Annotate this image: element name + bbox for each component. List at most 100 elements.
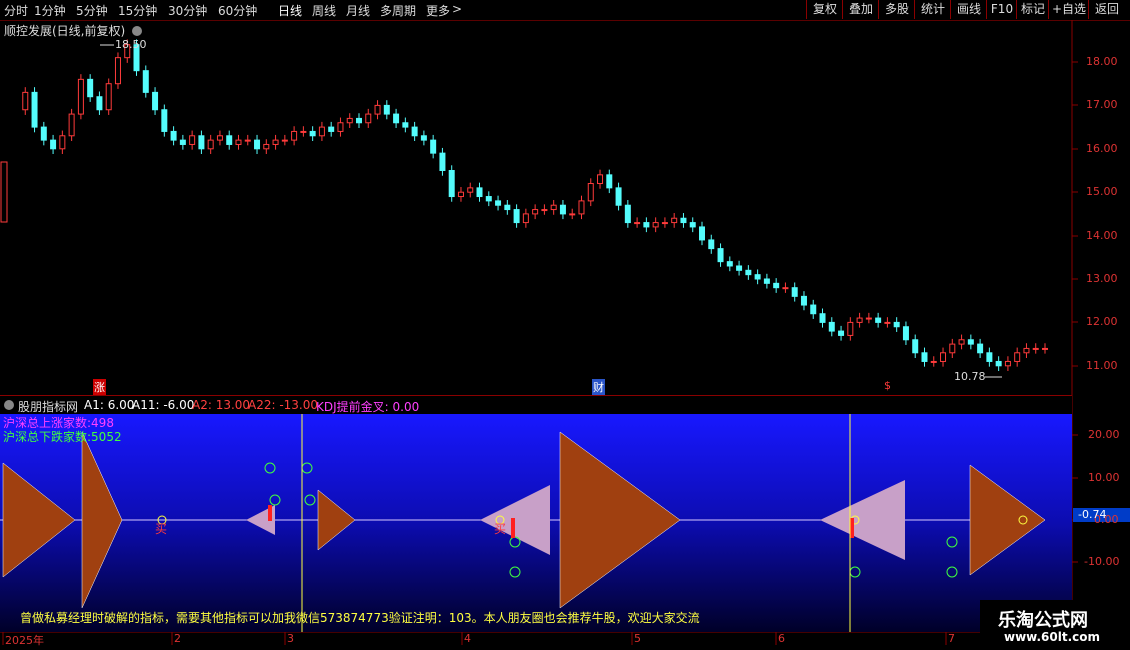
candle-body [550, 204, 557, 211]
price-tick: 14.00 [1086, 229, 1118, 242]
candle-body [244, 139, 251, 142]
candle-body [198, 135, 205, 150]
candle-body [207, 139, 214, 150]
candle-body [161, 109, 168, 132]
price-tick: 17.00 [1086, 98, 1118, 111]
candle-body [819, 313, 826, 323]
date-label: 2025年 [5, 634, 44, 647]
candle-body [624, 204, 631, 224]
candle-body [68, 113, 75, 137]
candle-body [699, 226, 705, 241]
candle-body [986, 352, 993, 362]
price-tick: 16.00 [1086, 142, 1118, 155]
event-dividend-icon[interactable]: $ [884, 379, 891, 392]
candle-body [1004, 360, 1011, 367]
candle-body [856, 317, 863, 323]
watermark-logo: 乐淘公式网 www.60lt.com [980, 600, 1130, 650]
candle-body [875, 317, 882, 323]
candle-body [754, 274, 761, 280]
event-limit-up-icon[interactable]: 涨 [93, 379, 106, 395]
price-tick: 18.00 [1086, 55, 1118, 68]
candle-body [838, 330, 845, 336]
candle-body [865, 317, 872, 320]
candle-body [661, 222, 668, 225]
candle-body [773, 282, 780, 289]
date-label: 3 [287, 632, 294, 645]
high-price-label: 18.50 [115, 38, 147, 51]
candle-body [578, 200, 585, 215]
price-tick: 12.00 [1086, 315, 1118, 328]
candle-body [374, 104, 381, 115]
indicator-a11: A11: -6.00 [132, 398, 195, 412]
candle-body [643, 222, 650, 228]
candle-body [420, 135, 427, 141]
candle-body [634, 222, 641, 225]
candle-body [31, 91, 38, 128]
candle-body [383, 104, 390, 115]
date-label: 7 [948, 632, 955, 645]
candle-body [569, 213, 576, 216]
candle-body [152, 91, 159, 111]
candle-body [847, 321, 854, 336]
candle-body [717, 248, 724, 263]
candle-body [114, 57, 121, 85]
price-tick: 15.00 [1086, 185, 1118, 198]
candle-body [87, 78, 94, 98]
date-label: 5 [634, 632, 641, 645]
candle-body [50, 139, 57, 150]
candle-body [708, 239, 715, 250]
event-finance-icon[interactable]: 财 [592, 379, 605, 395]
candle-body [902, 326, 909, 341]
indicator-tick: 10.00 [1088, 471, 1120, 484]
candle-body [893, 321, 900, 328]
candle-body [300, 130, 307, 133]
indicator-kdj: KDJ提前金叉: 0.00 [316, 400, 420, 414]
candle-body [736, 265, 743, 271]
candle-body [912, 339, 919, 354]
candle-body [940, 352, 947, 362]
candle-body [189, 135, 196, 145]
candle-body [1014, 352, 1021, 362]
buy-signal-label: 买 [494, 522, 507, 536]
watermark-title: 乐淘公式网 [998, 610, 1088, 631]
candle-body [291, 130, 298, 141]
candle-body [1042, 347, 1048, 350]
candle-body [800, 295, 807, 306]
candle-body [884, 321, 891, 324]
candle-body [393, 113, 400, 124]
candle-body [680, 217, 687, 224]
candle-body [726, 261, 733, 267]
watermark-url: www.60lt.com [1004, 630, 1101, 644]
candle-body [226, 135, 233, 145]
indicator-name[interactable]: 股朋指标网 [18, 398, 78, 415]
candle-body [559, 204, 566, 215]
indicator-menu-icon[interactable] [4, 400, 14, 410]
candle-body [22, 91, 29, 111]
candle-body [254, 139, 261, 150]
chart-canvas [0, 20, 1130, 645]
candle-body [365, 113, 372, 124]
candle-body [671, 217, 678, 224]
candle-body [281, 139, 288, 142]
candle-body [995, 360, 1002, 367]
candle-body [513, 209, 520, 224]
signal-bar [850, 518, 854, 538]
price-tick: 11.00 [1086, 359, 1118, 372]
candle-body [457, 191, 464, 198]
candle-body [597, 174, 604, 185]
signal-bar [511, 518, 515, 538]
candle-body [337, 122, 344, 132]
candle-body [105, 83, 112, 111]
candle-body [1032, 347, 1039, 350]
candle-body [495, 200, 502, 206]
candle-body [170, 130, 177, 141]
candlestick-series [22, 39, 1048, 372]
indicator-a2: A2: 13.00 [192, 398, 251, 412]
candle-body [949, 343, 956, 354]
candle-body [411, 126, 418, 137]
candle-body [467, 187, 474, 193]
candle-body [263, 143, 270, 150]
candle-body [328, 126, 335, 132]
candle-body [77, 78, 84, 115]
candle-body [318, 126, 325, 137]
